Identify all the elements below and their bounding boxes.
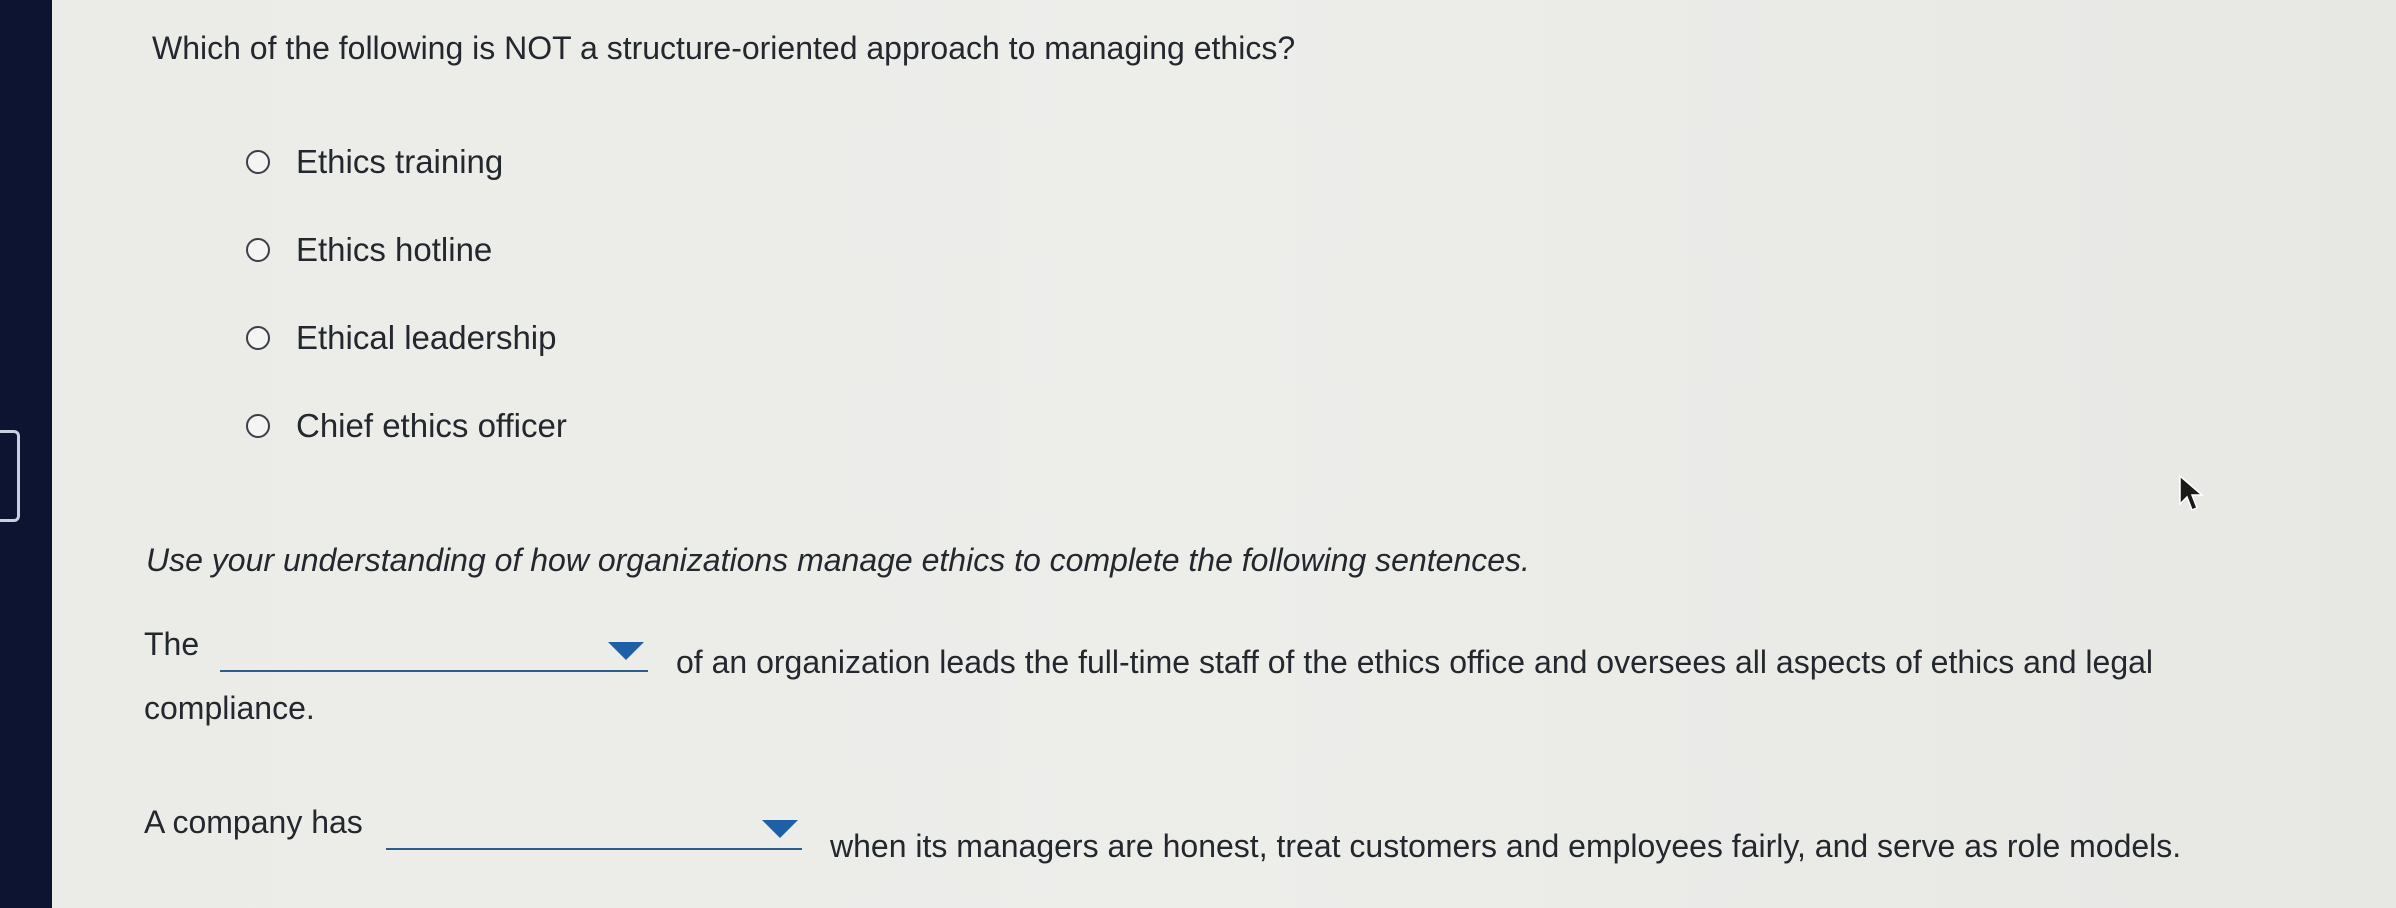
question-text: Which of the following is NOT a structur… (152, 30, 1296, 66)
sentence2-prefix: A company has (144, 804, 363, 840)
option-label: Ethics training (296, 143, 504, 180)
option-label: Ethical leadership (296, 319, 557, 356)
option-label: Chief ethics officer (296, 407, 567, 444)
radio-button-icon[interactable] (246, 326, 270, 350)
sentence1-continuation: compliance. (144, 690, 315, 726)
option-ethics-hotline[interactable]: Ethics hotline (246, 206, 567, 294)
sidebar-tab[interactable] (0, 430, 20, 522)
sentence1-dropdown[interactable] (220, 636, 648, 672)
sentence2-dropdown[interactable] (386, 814, 802, 850)
radio-button-icon[interactable] (246, 150, 270, 174)
option-chief-ethics-officer[interactable]: Chief ethics officer (246, 382, 567, 470)
option-ethical-leadership[interactable]: Ethical leadership (246, 294, 567, 382)
sentence2-suffix: when its managers are honest, treat cust… (830, 828, 2182, 864)
instructions-text: Use your understanding of how organizati… (146, 542, 1530, 578)
radio-button-icon[interactable] (246, 238, 270, 262)
radio-button-icon[interactable] (246, 414, 270, 438)
sentence1-suffix: of an organization leads the full-time s… (676, 644, 2154, 680)
option-ethics-training[interactable]: Ethics training (246, 118, 567, 206)
dropdown-caret-icon[interactable] (762, 820, 798, 838)
option-label: Ethics hotline (296, 231, 493, 268)
answer-options: Ethics training Ethics hotline Ethical l… (246, 118, 567, 470)
mouse-cursor-icon (2179, 474, 2205, 511)
dropdown-caret-icon[interactable] (608, 642, 644, 660)
sentence1-prefix: The (144, 626, 200, 662)
